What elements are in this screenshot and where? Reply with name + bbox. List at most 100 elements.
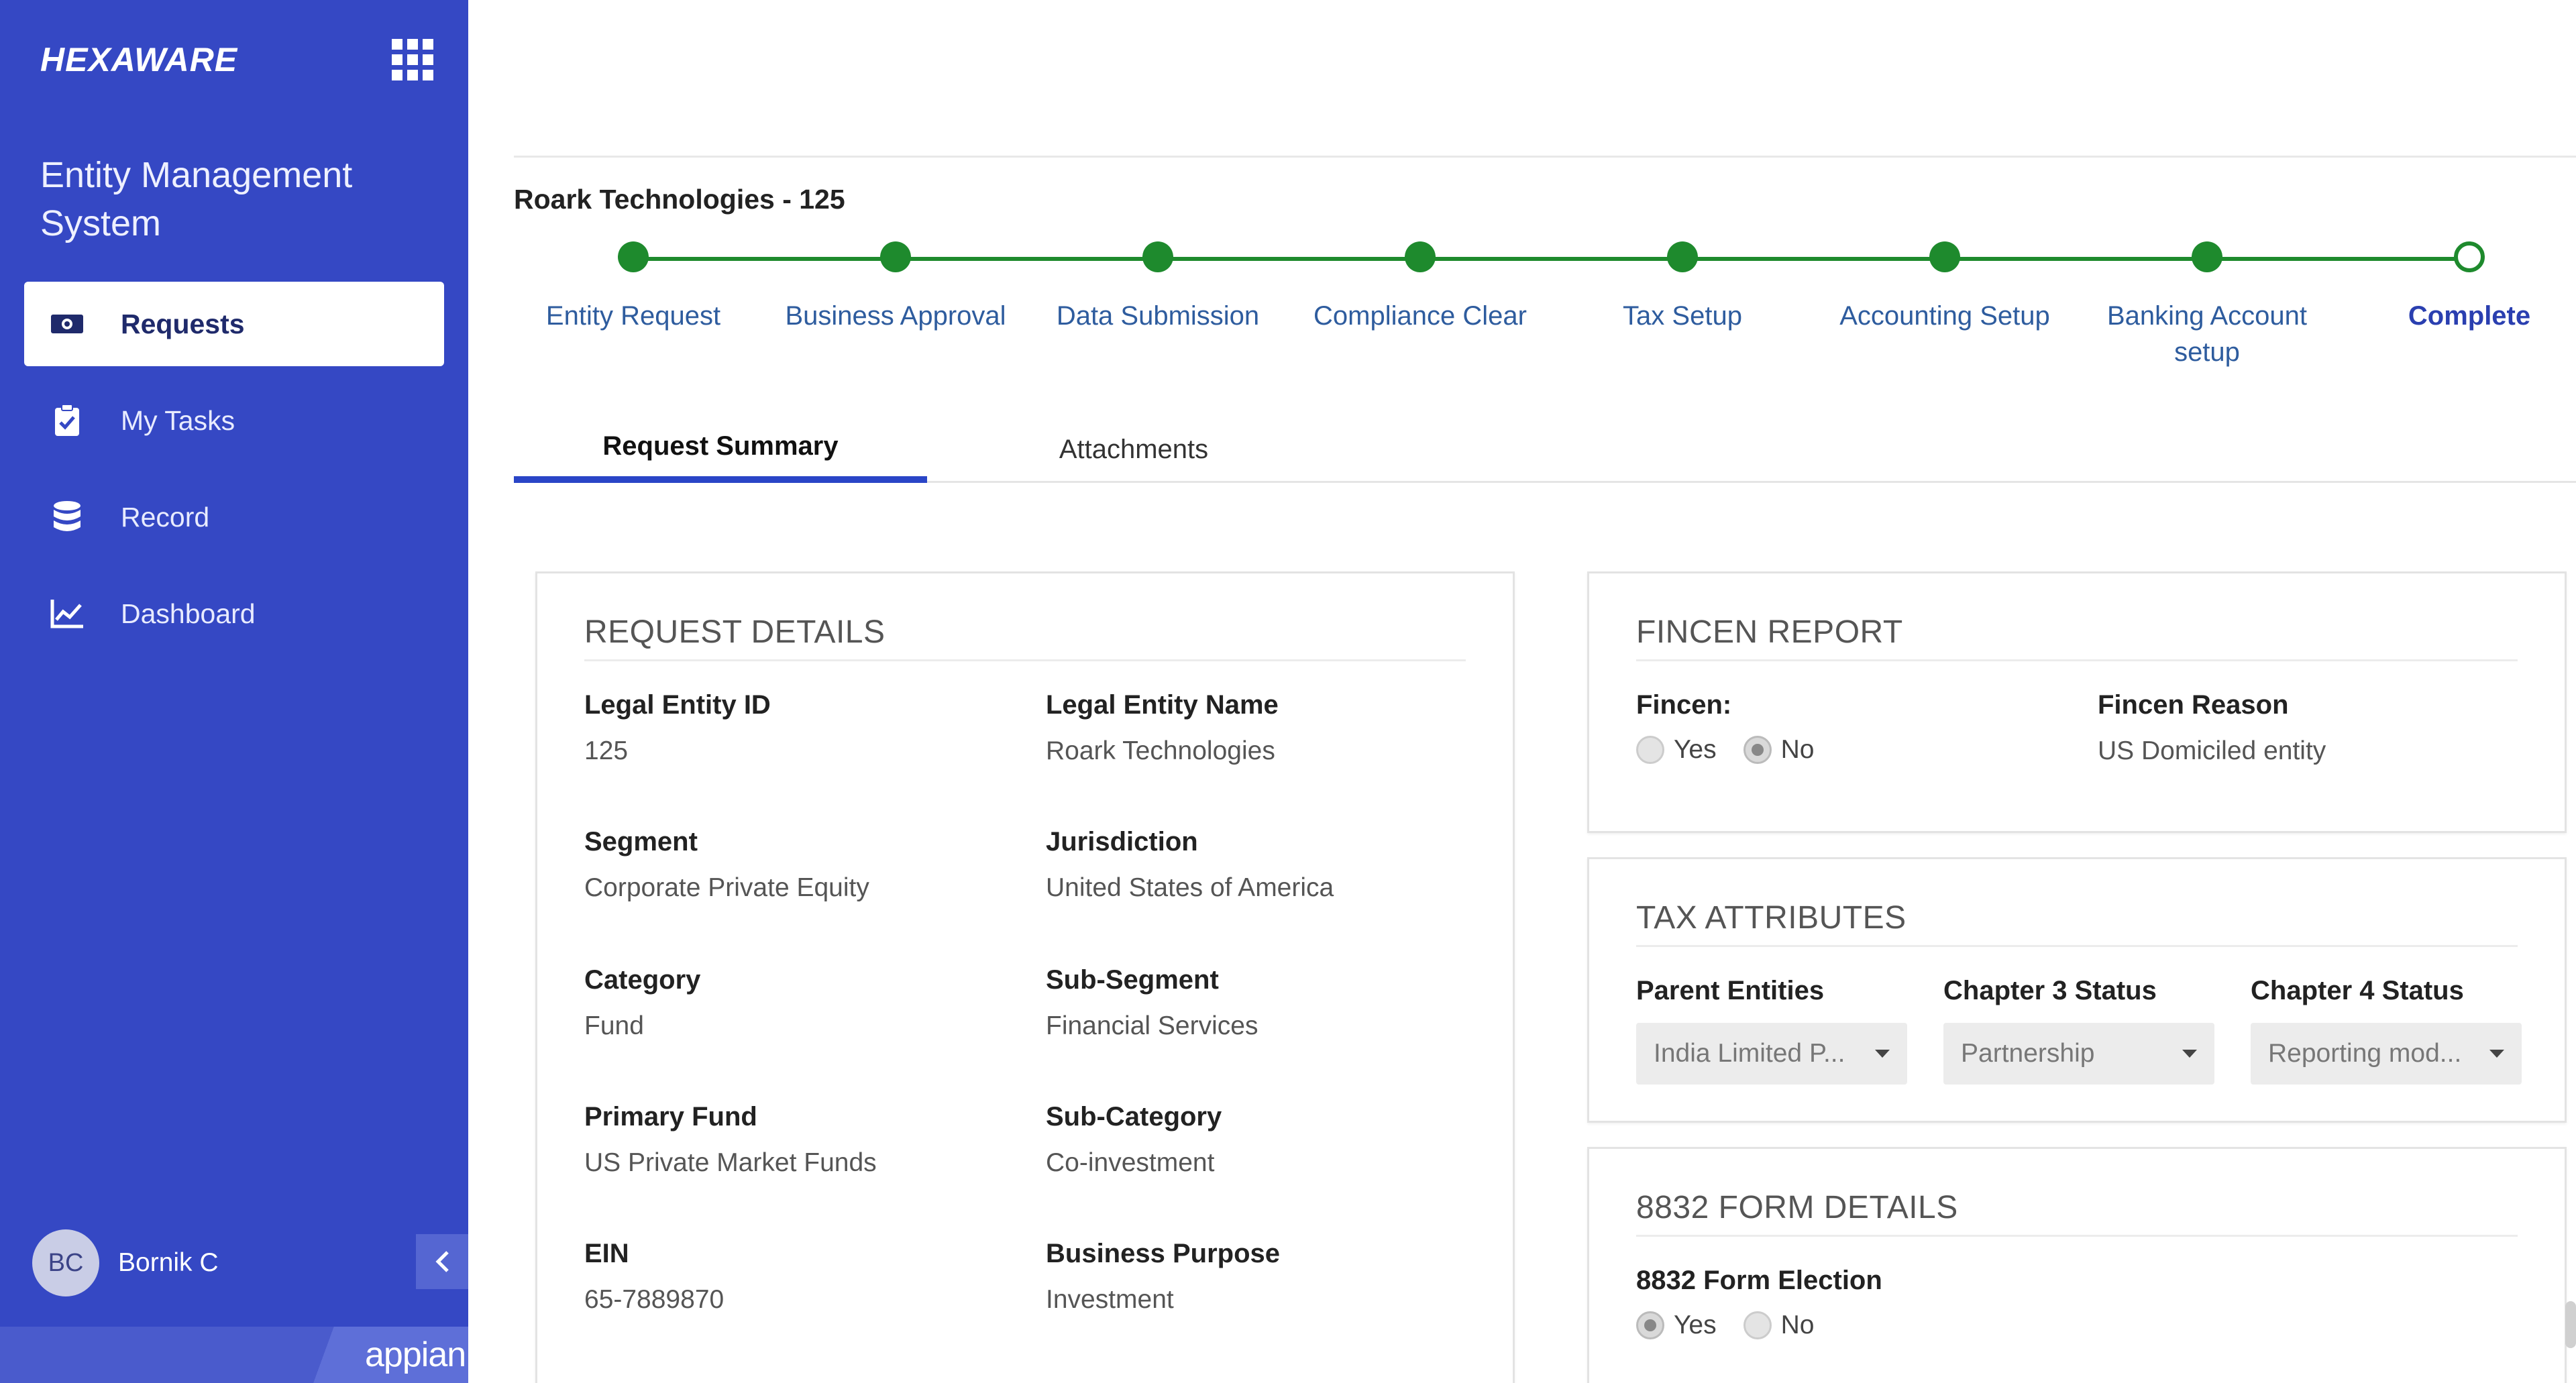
field-value: Roark Technologies [1046, 736, 1275, 765]
field-legal-entity-name: Legal Entity Name Roark Technologies [1046, 690, 1279, 766]
sidebar-item-dashboard[interactable]: Dashboard [24, 571, 444, 656]
field-label: Sub-Segment [1046, 965, 1219, 995]
step-accounting-setup: Accounting Setup [1814, 241, 2076, 334]
tab-attachments[interactable]: Attachments [927, 416, 1340, 483]
tax-attributes-card: TAX ATTRIBUTES Parent Entities Chapter 3… [1587, 857, 2567, 1123]
collapse-sidebar-button[interactable] [416, 1234, 468, 1289]
step-dot [2454, 241, 2485, 272]
field-sub-category: Sub-Category Co-investment [1046, 1102, 1222, 1178]
step-label: Entity Request [545, 301, 721, 331]
field-label: Fincen: [1636, 690, 1732, 720]
sidebar-nav: Requests My Tasks Record Dashboard [24, 282, 444, 668]
field-ein: EIN 65-7889870 [584, 1239, 724, 1315]
field-8832-form-election: 8832 Form Election Yes No [1636, 1266, 1882, 1340]
step-dot [1929, 241, 1960, 272]
chevron-left-icon [435, 1251, 449, 1272]
form-election-yes-radio[interactable] [1636, 1311, 1664, 1339]
field-label: EIN [584, 1239, 629, 1268]
parent-entities-dropdown[interactable]: India Limited P... [1636, 1023, 1907, 1085]
field-value: United States of America [1046, 873, 1334, 902]
chapter-4-status-dropdown[interactable]: Reporting mod... [2251, 1023, 2522, 1085]
field-fincen-reason: Fincen Reason US Domiciled entity [2098, 690, 2326, 766]
tab-bar: Request Summary Attachments [514, 416, 2576, 483]
tab-request-summary[interactable]: Request Summary [514, 416, 927, 483]
chapter-3-status-dropdown[interactable]: Partnership [1943, 1023, 2214, 1085]
sidebar-item-my-tasks[interactable]: My Tasks [24, 378, 444, 463]
step-business-approval: Business Approval [765, 241, 1026, 334]
radio-label: No [1780, 1311, 1815, 1339]
radio-label: No [1780, 735, 1815, 764]
dropdown-value: Partnership [1961, 1039, 2095, 1068]
fincen-no-radio[interactable] [1743, 736, 1772, 764]
line-chart-icon [48, 595, 86, 632]
radio-label: Yes [1674, 735, 1717, 764]
field-value: US Private Market Funds [584, 1148, 877, 1177]
page-title: Roark Technologies - 125 [514, 184, 845, 215]
field-label: Primary Fund [584, 1102, 757, 1131]
app-grid-icon[interactable] [392, 39, 433, 80]
field-label: Segment [584, 827, 698, 856]
sidebar-item-record[interactable]: Record [24, 475, 444, 559]
appian-logo: appian [365, 1335, 466, 1374]
fincen-report-card: FINCEN REPORT Fincen: Yes No Fincen Reas… [1587, 571, 2567, 833]
field-label: 8832 Form Election [1636, 1266, 1882, 1295]
sidebar-item-label: Requests [121, 308, 245, 339]
database-icon [48, 498, 86, 536]
field-label: Sub-Category [1046, 1102, 1222, 1131]
step-dot [618, 241, 649, 272]
field-label: Parent Entities [1636, 976, 1825, 1005]
field-value: Co-investment [1046, 1148, 1215, 1177]
money-icon [48, 305, 86, 343]
field-label: Category [584, 965, 701, 995]
field-business-purpose: Business Purpose Investment [1046, 1239, 1280, 1315]
field-segment: Segment Corporate Private Equity [584, 827, 869, 903]
step-dot [1405, 241, 1436, 272]
field-value: US Domiciled entity [2098, 736, 2326, 765]
field-value: 125 [584, 736, 629, 765]
step-dot [880, 241, 911, 272]
clipboard-check-icon [48, 402, 86, 439]
sidebar-item-label: Dashboard [121, 598, 256, 629]
field-label: Chapter 3 Status [1943, 976, 2157, 1005]
step-complete: Complete [2339, 241, 2576, 334]
app-title: Entity Management System [40, 155, 353, 243]
fincen-yes-radio[interactable] [1636, 736, 1664, 764]
sidebar-item-label: Record [121, 501, 210, 533]
field-category: Category Fund [584, 965, 700, 1041]
field-primary-fund: Primary Fund US Private Market Funds [584, 1102, 877, 1178]
step-data-submission: Data Submission [1027, 241, 1289, 334]
card-title: REQUEST DETAILS [584, 614, 885, 650]
user-profile[interactable]: BC Bornik C [32, 1229, 219, 1296]
step-compliance-clear: Compliance Clear [1289, 241, 1551, 334]
caret-down-icon [2489, 1050, 2504, 1058]
card-title: 8832 FORM DETAILS [1636, 1190, 1958, 1225]
progress-tracker: Entity Request Business Approval Data Su… [514, 241, 2576, 396]
form-8832-card: 8832 FORM DETAILS 8832 Form Election Yes… [1587, 1147, 2567, 1383]
card-title: FINCEN REPORT [1636, 614, 1903, 650]
field-value: Investment [1046, 1285, 1174, 1314]
step-dot [2192, 241, 2222, 272]
field-label: Business Purpose [1046, 1239, 1281, 1268]
avatar[interactable]: BC [32, 1229, 99, 1296]
card-title: TAX ATTRIBUTES [1636, 900, 1907, 936]
step-entity-request: Entity Request [502, 241, 764, 334]
step-label: Complete [2408, 301, 2531, 331]
field-sub-segment: Sub-Segment Financial Services [1046, 965, 1258, 1041]
field-label: Chapter 4 Status [2251, 976, 2464, 1005]
hexaware-logo[interactable]: HEXAWARE [40, 40, 237, 79]
step-label: Accounting Setup [1839, 301, 2050, 331]
form-election-no-radio[interactable] [1743, 1311, 1772, 1339]
sidebar: HEXAWARE Entity Management System Reques… [0, 0, 468, 1383]
dropdown-value: India Limited P... [1654, 1039, 1845, 1068]
request-details-card: REQUEST DETAILS Legal Entity ID 125 Legal… [535, 571, 1515, 1383]
field-chapter-3-status: Chapter 3 Status [1943, 976, 2157, 1006]
scrollbar-thumb[interactable] [2565, 1301, 2576, 1348]
field-label: Jurisdiction [1046, 827, 1198, 856]
radio-label: Yes [1674, 1311, 1717, 1339]
sidebar-item-requests[interactable]: Requests [24, 282, 444, 366]
step-dot [1667, 241, 1698, 272]
field-value: Financial Services [1046, 1011, 1258, 1040]
step-label: Data Submission [1056, 301, 1260, 331]
field-legal-entity-id: Legal Entity ID 125 [584, 690, 771, 766]
header-divider [514, 156, 2576, 158]
